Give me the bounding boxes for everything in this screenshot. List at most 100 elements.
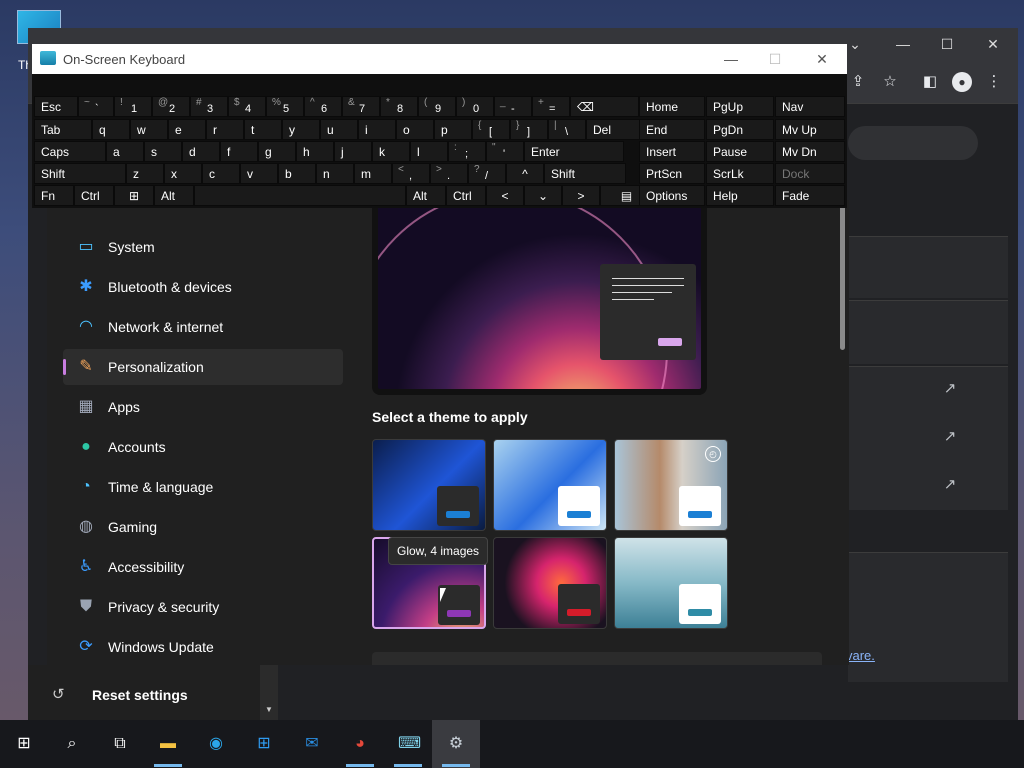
osk-key[interactable]: Caps <box>34 141 106 162</box>
osk-key[interactable]: t <box>244 119 282 140</box>
osk-nav-key[interactable]: PrtScn <box>639 163 705 184</box>
osk-key[interactable]: Alt <box>154 185 194 206</box>
maximize-button[interactable]: ☐ <box>932 34 962 54</box>
theme-thumbnail[interactable] <box>372 439 486 531</box>
nav-item-apps[interactable]: ▦ Apps <box>63 389 343 425</box>
osk-nav-key[interactable]: Home <box>639 96 705 117</box>
start-button[interactable]: ⊞ <box>0 720 48 768</box>
osk-key[interactable]: Shift <box>544 163 626 184</box>
osk-key[interactable]: j <box>334 141 372 162</box>
osk-key[interactable]: g <box>258 141 296 162</box>
osk-nav-key[interactable]: Help <box>706 185 774 206</box>
osk-key[interactable]: ⊞ <box>114 185 154 206</box>
search-pill[interactable] <box>848 126 978 160</box>
osk-key[interactable]: " ' <box>486 141 524 162</box>
store-button[interactable]: ⊞ <box>240 720 288 768</box>
osk-key[interactable]: ! 1 <box>114 96 152 117</box>
osk-key[interactable]: y <box>282 119 320 140</box>
osk-nav-key[interactable]: Insert <box>639 141 705 162</box>
osk-key[interactable]: ? / <box>468 163 506 184</box>
osk-key[interactable]: f <box>220 141 258 162</box>
osk-key[interactable]: u <box>320 119 358 140</box>
osk-key[interactable]: Ctrl <box>446 185 486 206</box>
settings-scrollbar[interactable] <box>840 200 845 350</box>
minimize-button[interactable]: — <box>888 34 918 54</box>
theme-thumbnail[interactable]: ◴ <box>614 439 728 531</box>
scroll-down-icon[interactable]: ▼ <box>265 705 273 714</box>
osk-minimize-button[interactable]: — <box>716 49 746 69</box>
osk-nav-key[interactable]: PgDn <box>706 119 774 140</box>
nav-item-accounts[interactable]: ● Accounts <box>63 429 343 465</box>
share-icon[interactable]: ⇪ <box>848 72 868 92</box>
osk-key[interactable]: & 7 <box>342 96 380 117</box>
bookmark-star-icon[interactable]: ☆ <box>880 72 900 92</box>
osk-key[interactable]: d <box>182 141 220 162</box>
menu-kebab-icon[interactable]: ⋮ <box>984 72 1004 92</box>
osk-key[interactable] <box>194 185 406 206</box>
search-button[interactable]: ⌕ <box>48 720 96 768</box>
osk-nav-key[interactable]: Options <box>639 185 705 206</box>
osk-key[interactable]: {[ <box>472 119 510 140</box>
osk-key[interactable]: p <box>434 119 472 140</box>
osk-key[interactable]: c <box>202 163 240 184</box>
mail-button[interactable]: ✉ <box>288 720 336 768</box>
help-link[interactable]: vare. <box>846 648 875 663</box>
nav-item-system[interactable]: ▭ System <box>63 229 343 265</box>
osk-close-button[interactable]: ✕ <box>807 49 837 69</box>
osk-key[interactable]: e <box>168 119 206 140</box>
osk-key[interactable]: q <box>92 119 130 140</box>
osk-key[interactable]: :; <box>448 141 486 162</box>
osk-key[interactable]: }] <box>510 119 548 140</box>
osk-key[interactable]: i <box>358 119 396 140</box>
osk-key[interactable]: @2 <box>152 96 190 117</box>
osk-key[interactable]: m <box>354 163 392 184</box>
osk-key[interactable]: <, <box>392 163 430 184</box>
task-view-button[interactable]: ⧉ <box>96 720 144 768</box>
osk-key[interactable]: n <box>316 163 354 184</box>
nav-item-personalization[interactable]: ✎ Personalization <box>63 349 343 385</box>
osk-key[interactable]: l <box>410 141 448 162</box>
theme-thumbnail[interactable] <box>493 537 607 629</box>
osk-key[interactable]: h <box>296 141 334 162</box>
nav-item-time-language[interactable]: ◔ Time & language <box>63 469 343 505</box>
osk-key[interactable]: Esc <box>34 96 78 117</box>
osk-nav-key[interactable]: Nav <box>775 96 845 117</box>
open-external-icon[interactable]: ↗ <box>940 427 960 447</box>
osk-nav-key[interactable]: ScrLk <box>706 163 774 184</box>
osk-key[interactable]: Ctrl <box>74 185 114 206</box>
osk-key[interactable]: a <box>106 141 144 162</box>
profile-avatar-icon[interactable]: ● <box>952 72 972 92</box>
close-button[interactable]: ✕ <box>978 34 1008 54</box>
osk-key[interactable]: $4 <box>228 96 266 117</box>
file-explorer-button[interactable]: ▬ <box>144 720 192 768</box>
osk-nav-key[interactable]: Mv Up <box>775 119 845 140</box>
osk-key[interactable]: > <box>562 185 600 206</box>
chrome-button[interactable]: ◕ <box>336 720 384 768</box>
open-external-icon[interactable]: ↗ <box>940 379 960 399</box>
osk-nav-key[interactable]: Mv Dn <box>775 141 845 162</box>
osk-key[interactable]: Del <box>586 119 641 140</box>
osk-key[interactable]: z <box>126 163 164 184</box>
osk-nav-key[interactable]: Fade <box>775 185 845 206</box>
side-panel-icon[interactable]: ◧ <box>920 72 940 92</box>
nav-item-windows-update[interactable]: ⟳ Windows Update <box>63 629 343 665</box>
osk-key[interactable]: w <box>130 119 168 140</box>
osk-key[interactable]: Enter <box>524 141 624 162</box>
osk-key[interactable]: #3 <box>190 96 228 117</box>
osk-key[interactable]: b <box>278 163 316 184</box>
osk-key[interactable]: v <box>240 163 278 184</box>
osk-nav-key[interactable]: Pause <box>706 141 774 162</box>
settings-button[interactable]: ⚙ <box>432 720 480 768</box>
theme-thumbnail[interactable] <box>493 439 607 531</box>
osk-key[interactable]: < <box>486 185 524 206</box>
osk-key[interactable]: + = <box>532 96 570 117</box>
osk-key[interactable]: Alt <box>406 185 446 206</box>
osk-key[interactable]: ⌫ <box>570 96 639 117</box>
nav-item-bluetooth-devices[interactable]: ✱ Bluetooth & devices <box>63 269 343 305</box>
theme-thumbnail[interactable] <box>614 537 728 629</box>
edge-button[interactable]: ◉ <box>192 720 240 768</box>
osk-key[interactable]: Tab <box>34 119 92 140</box>
osk-key[interactable]: s <box>144 141 182 162</box>
osk-key[interactable]: ^ 6 <box>304 96 342 117</box>
open-external-icon[interactable]: ↗ <box>940 475 960 495</box>
